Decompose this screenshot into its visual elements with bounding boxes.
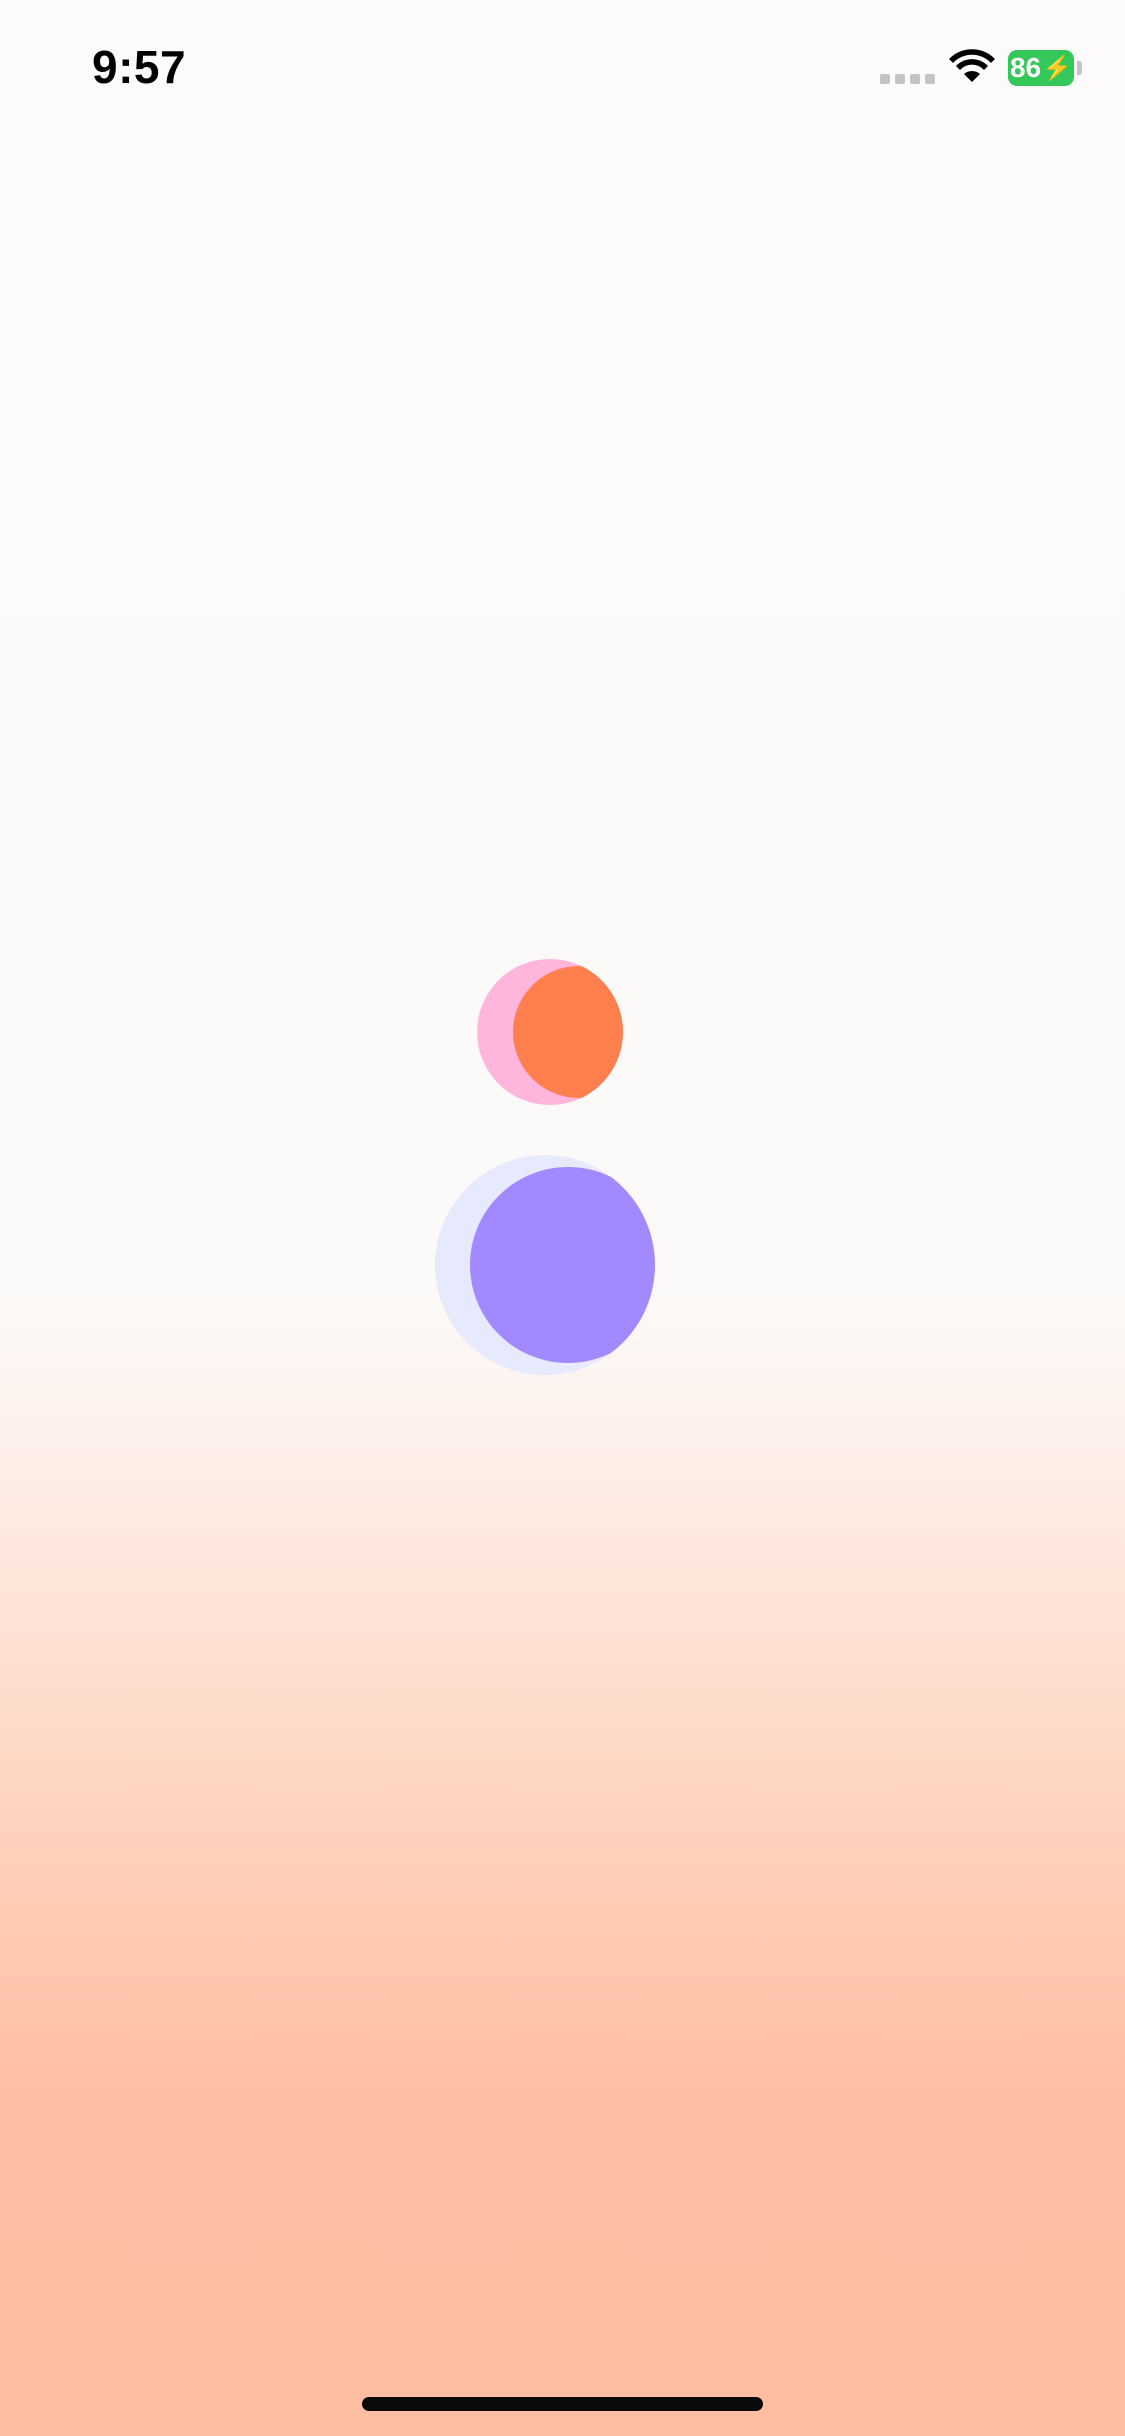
status-bar: 9:57 86 ⚡: [0, 0, 1125, 132]
battery-icon: 86 ⚡: [1008, 50, 1084, 86]
top-moon-icon: [477, 959, 623, 1105]
top-front-circle: [513, 966, 623, 1098]
battery-percent: 86: [1009, 52, 1042, 83]
bottom-front-circle: [470, 1167, 655, 1363]
bottom-moon-icon: [435, 1155, 655, 1375]
home-indicator[interactable]: [362, 2397, 763, 2411]
charging-bolt-icon: ⚡: [1042, 54, 1073, 82]
wifi-icon: [949, 49, 995, 82]
battery-cap: [1077, 61, 1082, 75]
battery-level: 86 ⚡: [1008, 50, 1074, 86]
signal-icon: [880, 74, 936, 86]
app-logo-icon: [435, 959, 655, 1375]
status-time: 9:57: [92, 41, 187, 93]
